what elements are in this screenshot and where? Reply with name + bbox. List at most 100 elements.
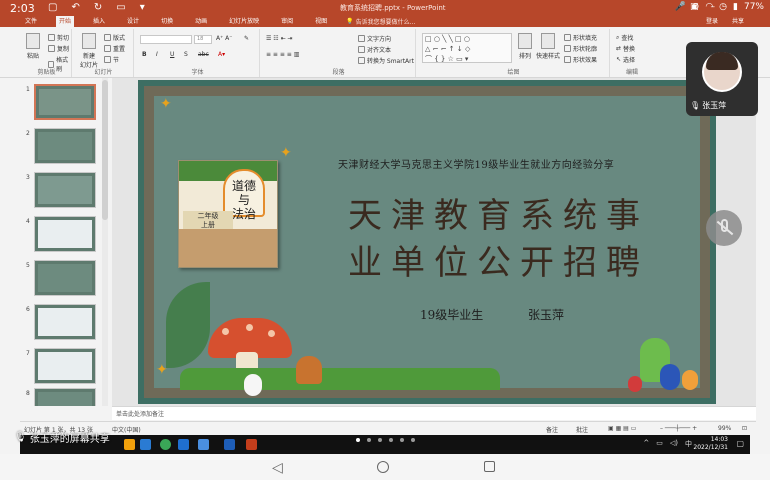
tab-home[interactable]: 开始 — [56, 16, 75, 27]
layout-button[interactable]: 版式 — [104, 33, 125, 42]
redo-icon[interactable]: ↻ — [94, 2, 102, 13]
copy-button[interactable]: 复制 — [48, 44, 69, 53]
slide-subtitle[interactable]: 天津财经大学马克思主义学院19级毕业生就业方向经验分享 — [338, 156, 614, 171]
sign-in-link[interactable]: 登录 — [706, 16, 718, 27]
zoom-level[interactable]: 99% — [718, 425, 731, 432]
paste-button[interactable]: 粘贴 — [26, 33, 40, 60]
fit-slide-icon[interactable]: ⊡ — [742, 425, 747, 432]
tab-insert[interactable]: 插入 — [90, 16, 108, 27]
strikethrough-button[interactable]: abc — [198, 51, 209, 58]
network-icon[interactable]: ▭ — [656, 439, 663, 449]
tab-slideshow[interactable]: 幻灯片放映 — [226, 16, 262, 27]
quick-styles-button[interactable]: 快速样式 — [536, 33, 560, 60]
page-dot[interactable] — [378, 438, 382, 442]
italic-button[interactable]: I — [156, 51, 158, 58]
text-direction-icon — [358, 35, 365, 42]
customize-qat-icon[interactable]: ▾ — [140, 2, 145, 13]
arrange-button[interactable]: 排列 — [518, 33, 532, 60]
find-button[interactable]: ⌕ 查找 — [616, 33, 633, 43]
present-icon[interactable]: ▭ — [116, 2, 125, 13]
font-name-box[interactable] — [140, 35, 192, 44]
shape-effects-button[interactable]: 形状效果 — [564, 55, 597, 64]
taskbar-clock[interactable]: 14:03 2022/12/31 — [693, 436, 728, 452]
slide-title-line-1[interactable]: 天津教育系统事 — [348, 188, 649, 237]
edge-icon[interactable] — [178, 439, 189, 450]
grow-font-icon[interactable]: A⁺ A⁻ — [216, 35, 232, 42]
notes-pane[interactable]: 单击此处添加备注 — [112, 406, 756, 420]
file-explorer-icon[interactable] — [124, 439, 135, 450]
slide-thumbnail-8[interactable]: 8 — [24, 388, 110, 406]
text-direction-button[interactable]: 文字方向 — [358, 34, 391, 43]
thumbnail-scrollbar-thumb[interactable] — [102, 80, 108, 220]
section-button[interactable]: 节 — [104, 55, 119, 64]
shape-outline-button[interactable]: 形状轮廓 — [564, 44, 597, 53]
share-button[interactable]: 共享 — [732, 16, 744, 27]
participant-video-tile[interactable]: 🎙 张玉萍 — [686, 42, 758, 116]
font-color-icon[interactable]: A▾ — [218, 51, 225, 58]
powerpoint-taskbar-icon[interactable] — [246, 439, 257, 450]
align-icons[interactable]: ≡ ≡ ≡ ≡ ▥ — [266, 51, 299, 58]
tab-view[interactable]: 视图 — [312, 16, 330, 27]
tab-review[interactable]: 审阅 — [278, 16, 296, 27]
page-dot[interactable] — [411, 438, 415, 442]
font-size-box[interactable]: 18 — [194, 35, 212, 44]
tab-file[interactable]: 文件 — [22, 16, 40, 27]
page-dot[interactable] — [389, 438, 393, 442]
graduate-label[interactable]: 19级毕业生 — [420, 306, 483, 323]
ime-icon[interactable]: 中 — [685, 439, 692, 449]
battery-icon: ▮ — [733, 2, 738, 12]
slide-thumbnail-6[interactable]: 6 — [24, 304, 110, 344]
mute-microphone-button[interactable] — [706, 210, 742, 246]
tab-transitions[interactable]: 切换 — [158, 16, 176, 27]
shapes-gallery[interactable]: □ ○ ╲ ╲ □ ○ △ ⌐ ⌐ ↑ ↓ ◇ ⌒ { } ☆ ▭ ▾ — [422, 33, 512, 63]
chevron-up-icon[interactable]: ^ — [643, 439, 649, 449]
zoom-slider[interactable]: – ───┼─── + — [660, 425, 697, 432]
notes-button[interactable]: 备注 — [546, 425, 558, 434]
recent-apps-icon[interactable] — [484, 461, 495, 472]
page-dot[interactable] — [400, 438, 404, 442]
clear-format-icon[interactable]: ✎ — [244, 35, 249, 42]
new-slide-button[interactable]: 新建 幻灯片 — [78, 33, 100, 69]
home-icon[interactable] — [377, 461, 389, 473]
bullets-icon[interactable]: ☰ ☷ ⇤ ⇥ — [266, 35, 293, 42]
bold-button[interactable]: B — [142, 51, 147, 58]
smartart-button[interactable]: 转换为 SmartArt — [358, 56, 414, 65]
app-icon[interactable] — [224, 439, 235, 450]
slide-thumbnail-2[interactable]: 2 — [24, 128, 110, 168]
shadow-button[interactable]: S — [184, 51, 188, 58]
slide-thumbnail-5[interactable]: 5 — [24, 260, 110, 300]
slide-thumbnail-1[interactable]: 1 — [24, 84, 110, 124]
chrome-icon[interactable] — [160, 439, 171, 450]
minimize-icon[interactable]: – — [711, 2, 716, 12]
ribbon-options-icon[interactable]: ▣ — [690, 2, 699, 12]
lightbulb-icon: 💡 — [346, 18, 354, 25]
textbook-cover-image[interactable]: 道德 与 法治 二年级 上册 — [178, 160, 278, 268]
tab-animations[interactable]: 动画 — [192, 16, 210, 27]
view-buttons[interactable]: ▣ ▦ ▤ ▭ — [608, 425, 636, 432]
page-dot[interactable] — [367, 438, 371, 442]
page-dot[interactable] — [356, 438, 360, 442]
slide-thumbnail-3[interactable]: 3 — [24, 172, 110, 212]
volume-icon[interactable]: ◁) — [670, 439, 678, 449]
save-icon[interactable]: ▢ — [48, 2, 57, 13]
author-name[interactable]: 张玉萍 — [528, 306, 564, 323]
slide-title-line-2[interactable]: 业单位公开招聘 — [348, 235, 649, 284]
slide-thumbnail-7[interactable]: 7 — [24, 348, 110, 388]
star-decoration: ✦ — [160, 96, 172, 112]
photos-icon[interactable] — [198, 439, 209, 450]
select-button[interactable]: ↖ 选择 — [616, 55, 635, 64]
store-icon[interactable] — [140, 439, 151, 450]
back-icon[interactable]: ◁ — [272, 460, 283, 476]
replace-button[interactable]: ⇄ 替换 — [616, 44, 635, 53]
shape-fill-button[interactable]: 形状填充 — [564, 33, 597, 42]
slide-thumbnail-4[interactable]: 4 — [24, 216, 110, 256]
tab-design[interactable]: 设计 — [124, 16, 142, 27]
underline-button[interactable]: U — [170, 51, 174, 58]
notification-icon[interactable]: ▢ — [736, 439, 744, 448]
undo-icon[interactable]: ↶ — [71, 2, 79, 13]
tell-me-search[interactable]: 💡 告诉我您想要做什么... — [346, 17, 415, 26]
reset-button[interactable]: 重置 — [104, 44, 125, 53]
cut-button[interactable]: 剪切 — [48, 33, 69, 42]
comments-button[interactable]: 批注 — [576, 425, 588, 434]
align-text-button[interactable]: 对齐文本 — [358, 45, 391, 54]
